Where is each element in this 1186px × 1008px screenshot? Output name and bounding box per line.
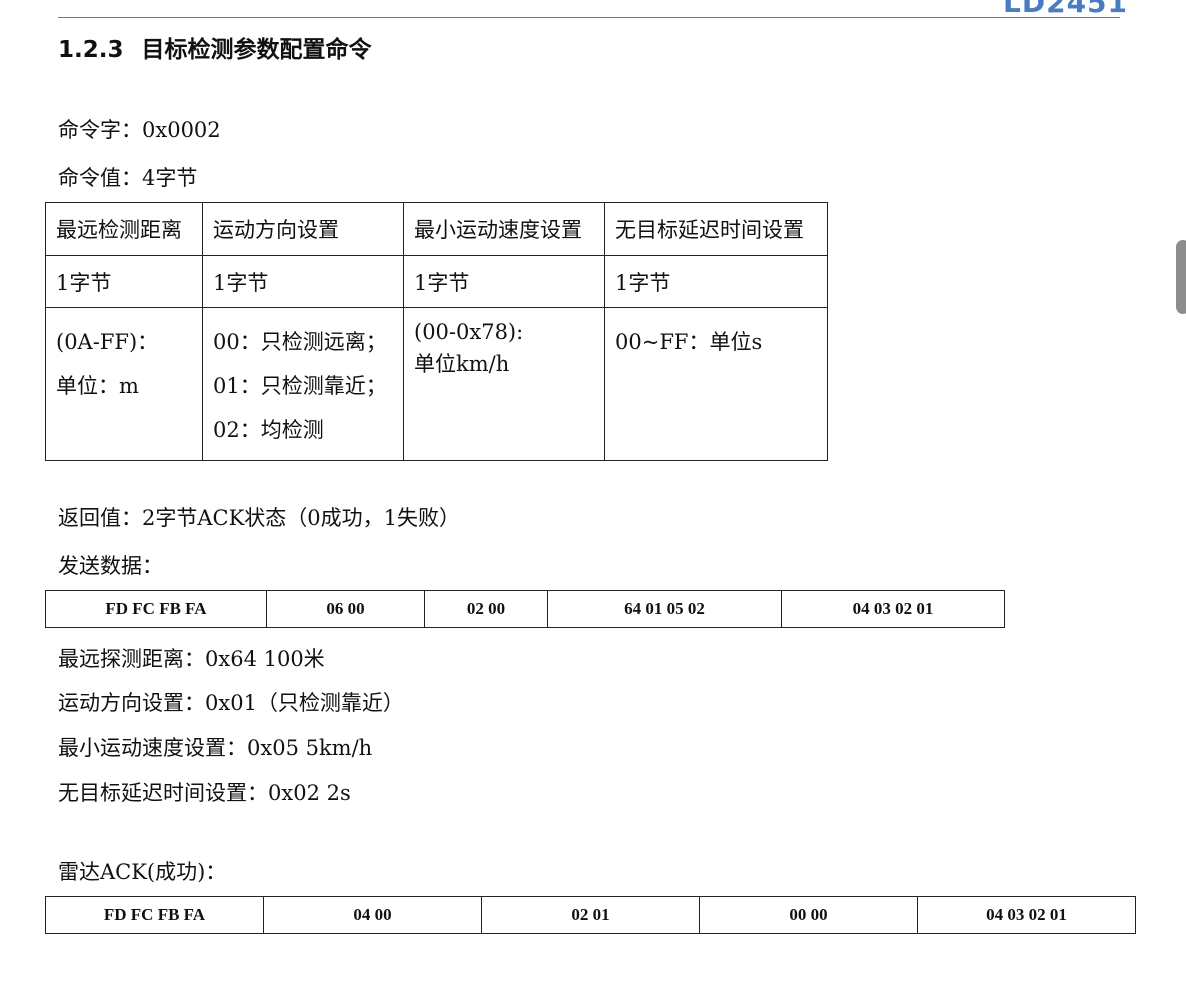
table-row: (0A-FF)： 单位：m 00：只检测远离； 01：只检测靠近； 02：均检测…: [45, 307, 828, 461]
frame-cell: FD FC FB FA: [45, 896, 264, 934]
table-header-row: 最远检测距离 运动方向设置 最小运动速度设置 无目标延迟时间设置: [45, 202, 828, 256]
description-line: (00-0x78):: [414, 320, 524, 344]
section-heading: 1.2.3 目标检测参数配置命令: [58, 30, 372, 64]
explanation-line: 无目标延迟时间设置：0x02 2s: [58, 781, 351, 805]
scrollbar-thumb[interactable]: [1176, 240, 1186, 314]
description-line: 00：只检测远离；: [213, 330, 387, 354]
frame-cell: 06 00: [266, 590, 425, 628]
header-cell: 最远检测距离: [45, 202, 203, 256]
ack-frame-table: FD FC FB FA 04 00 02 01 00 00 04 03 02 0…: [45, 896, 1136, 934]
size-cell: 1字节: [202, 255, 404, 308]
description-line: (0A-FF)：: [56, 330, 159, 354]
header-cell: 运动方向设置: [202, 202, 404, 256]
description-cell: 00：只检测远离； 01：只检测靠近； 02：均检测: [202, 307, 404, 461]
header-cell: 无目标延迟时间设置: [604, 202, 828, 256]
frame-cell: FD FC FB FA: [45, 590, 267, 628]
frame-cell: 64 01 05 02: [547, 590, 782, 628]
table-row: 1字节 1字节 1字节 1字节: [45, 255, 828, 308]
header-cell: 最小运动速度设置: [403, 202, 605, 256]
header-rule: [58, 17, 1120, 18]
table-row: FD FC FB FA 06 00 02 00 64 01 05 02 04 0…: [45, 590, 1005, 628]
table-row: FD FC FB FA 04 00 02 01 00 00 04 03 02 0…: [45, 896, 1136, 934]
description-line: 单位：m: [56, 374, 139, 398]
explanation-line: 运动方向设置：0x01（只检测靠近）: [58, 691, 404, 715]
description-line: 01：只检测靠近；: [213, 374, 387, 398]
parameter-table: 最远检测距离 运动方向设置 最小运动速度设置 无目标延迟时间设置 1字节 1字节…: [45, 202, 828, 461]
section-title: 目标检测参数配置命令: [141, 37, 372, 63]
size-cell: 1字节: [403, 255, 605, 308]
frame-cell: 00 00: [699, 896, 918, 934]
return-value: 返回值：2字节ACK状态（0成功，1失败）: [58, 506, 461, 530]
ack-label: 雷达ACK(成功)：: [58, 860, 227, 884]
description-line: 00~FF：单位s: [615, 330, 763, 354]
frame-cell: 02 00: [424, 590, 548, 628]
header-logo: LD2451: [1003, 0, 1129, 19]
description-cell: 00~FF：单位s: [604, 307, 828, 461]
size-cell: 1字节: [604, 255, 828, 308]
command-word: 命令字：0x0002: [58, 118, 221, 142]
send-frame-table: FD FC FB FA 06 00 02 00 64 01 05 02 04 0…: [45, 590, 1005, 628]
command-value: 命令值：4字节: [58, 166, 198, 190]
section-number: 1.2.3: [58, 37, 124, 63]
frame-cell: 04 00: [263, 896, 482, 934]
frame-cell: 02 01: [481, 896, 700, 934]
send-label: 发送数据：: [58, 554, 163, 578]
description-cell: (0A-FF)： 单位：m: [45, 307, 203, 461]
frame-cell: 04 03 02 01: [781, 590, 1005, 628]
explanation-line: 最远探测距离：0x64 100米: [58, 647, 325, 671]
explanation-line: 最小运动速度设置：0x05 5km/h: [58, 736, 373, 760]
frame-cell: 04 03 02 01: [917, 896, 1136, 934]
description-cell: (00-0x78): 单位km/h: [403, 307, 605, 461]
description-line: 02：均检测: [213, 418, 324, 442]
size-cell: 1字节: [45, 255, 203, 308]
description-line: 单位km/h: [414, 352, 510, 376]
